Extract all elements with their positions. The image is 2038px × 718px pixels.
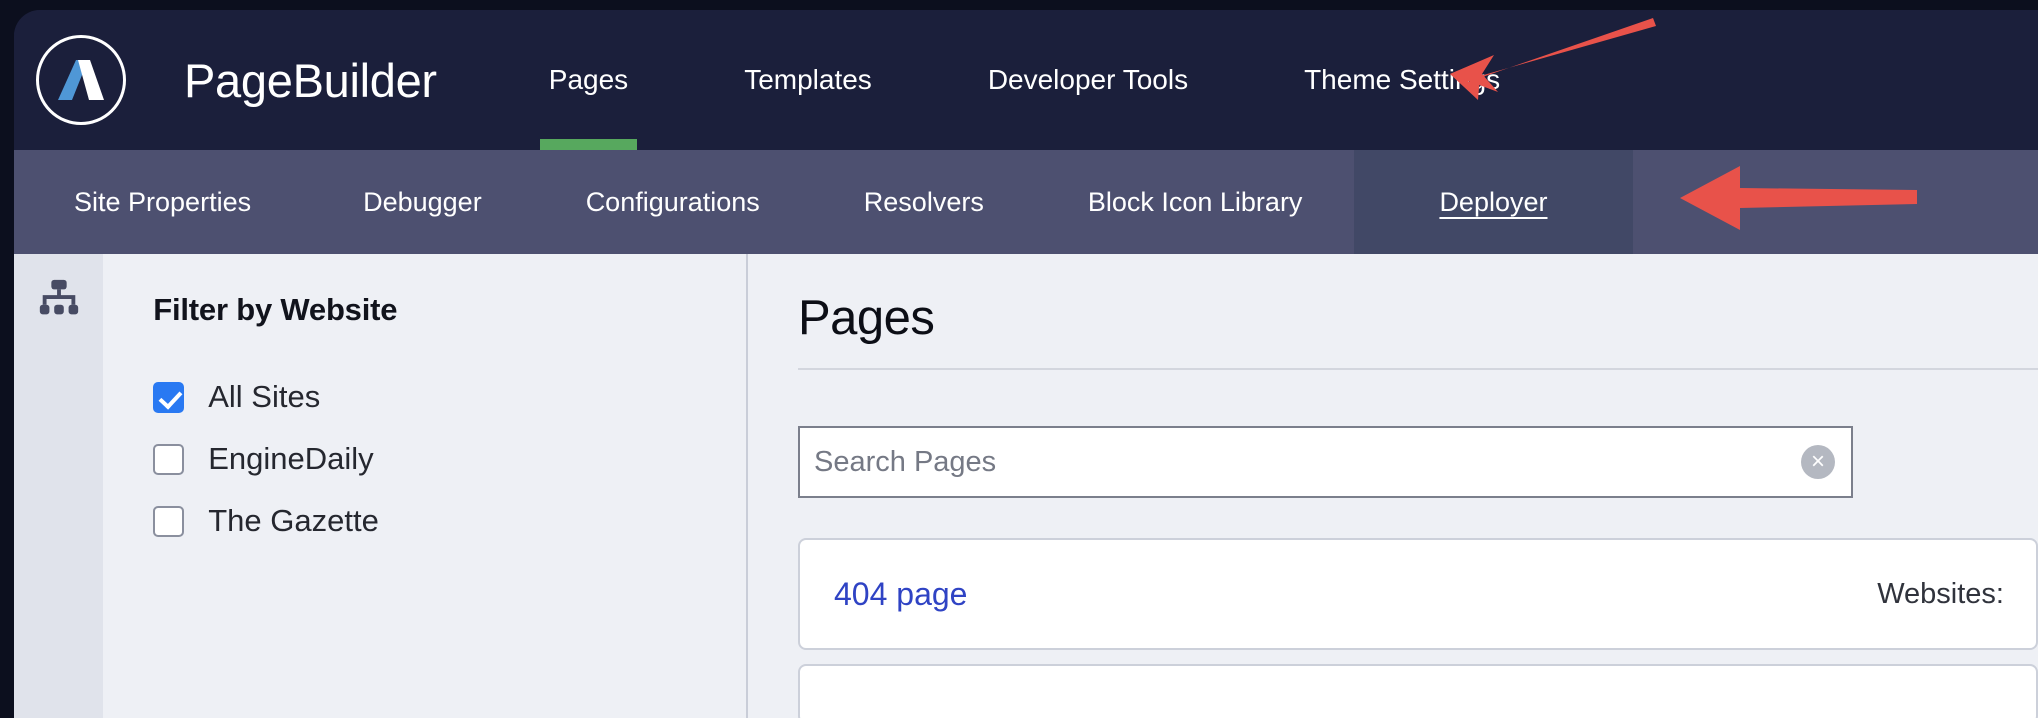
page-title: Pages xyxy=(798,291,935,345)
subnav-item-deployer-label: Deployer xyxy=(1439,186,1548,217)
subnav-item-debugger[interactable]: Debugger xyxy=(311,150,534,254)
primary-nav: Pages Templates Developer Tools Theme Se… xyxy=(539,10,1500,150)
nav-item-theme-settings-label: Theme Settings xyxy=(1304,64,1501,95)
logo-circle xyxy=(36,35,126,125)
app-header: PageBuilder Pages Templates Developer To… xyxy=(14,10,2038,150)
clear-search-icon[interactable]: × xyxy=(1801,445,1835,479)
page-result-row-next[interactable] xyxy=(798,664,2038,718)
website-filter-list: All Sites EngineDaily The Gazette xyxy=(153,366,746,552)
filter-option-all-sites-label: All Sites xyxy=(208,379,321,414)
filter-option-enginedaily-label: EngineDaily xyxy=(208,441,374,476)
subnav-item-site-properties-label: Site Properties xyxy=(74,186,252,217)
nav-item-theme-settings[interactable]: Theme Settings xyxy=(1304,10,1500,150)
filter-panel-title: Filter by Website xyxy=(153,292,398,327)
pagebuilder-logo-icon xyxy=(58,60,104,100)
checkbox-all-sites[interactable] xyxy=(153,381,185,413)
title-divider xyxy=(798,368,2038,370)
nav-item-pages[interactable]: Pages xyxy=(539,10,638,150)
search-input[interactable] xyxy=(814,445,1801,479)
subnav-item-site-properties[interactable]: Site Properties xyxy=(14,150,311,254)
icon-rail xyxy=(14,254,104,718)
filter-option-enginedaily[interactable]: EngineDaily xyxy=(153,428,746,490)
subnav-item-block-icon-library-label: Block Icon Library xyxy=(1087,186,1303,217)
subnav-item-configurations[interactable]: Configurations xyxy=(534,150,812,254)
filter-option-the-gazette-label: The Gazette xyxy=(208,503,379,538)
subnav-item-debugger-label: Debugger xyxy=(363,186,482,217)
checkbox-the-gazette[interactable] xyxy=(153,505,185,537)
nav-item-pages-label: Pages xyxy=(548,64,629,95)
nav-item-developer-tools[interactable]: Developer Tools xyxy=(988,10,1188,150)
filter-option-all-sites[interactable]: All Sites xyxy=(153,366,746,428)
brand-title: PageBuilder xyxy=(184,53,437,107)
subnav-item-resolvers[interactable]: Resolvers xyxy=(812,150,1036,254)
search-pages-field[interactable]: × xyxy=(798,426,1853,498)
checkbox-enginedaily[interactable] xyxy=(153,443,185,475)
sitemap-icon[interactable] xyxy=(36,276,82,322)
subnav-item-configurations-label: Configurations xyxy=(585,186,760,217)
page-result-row[interactable]: 404 page Websites: xyxy=(798,538,2038,650)
subnav-item-deployer[interactable]: Deployer xyxy=(1354,150,1633,254)
page-result-websites-label: Websites: xyxy=(1877,577,2004,610)
main-panel: Pages × 404 page Websites: xyxy=(748,254,2038,718)
nav-item-templates[interactable]: Templates xyxy=(744,10,872,150)
filter-option-the-gazette[interactable]: The Gazette xyxy=(153,490,746,552)
body-area: Filter by Website All Sites EngineDaily … xyxy=(14,254,2038,718)
page-result-title-link[interactable]: 404 page xyxy=(834,576,967,613)
logo[interactable] xyxy=(35,34,127,126)
app-window: PageBuilder Pages Templates Developer To… xyxy=(14,10,2038,718)
nav-item-developer-tools-label: Developer Tools xyxy=(987,64,1189,95)
filter-panel: Filter by Website All Sites EngineDaily … xyxy=(103,254,748,718)
subnav-item-block-icon-library[interactable]: Block Icon Library xyxy=(1036,150,1355,254)
nav-item-templates-label: Templates xyxy=(744,64,872,95)
subnav-item-resolvers-label: Resolvers xyxy=(863,186,984,217)
secondary-nav: Site Properties Debugger Configurations … xyxy=(14,150,2038,254)
screenshot-root: PageBuilder Pages Templates Developer To… xyxy=(0,0,2038,718)
